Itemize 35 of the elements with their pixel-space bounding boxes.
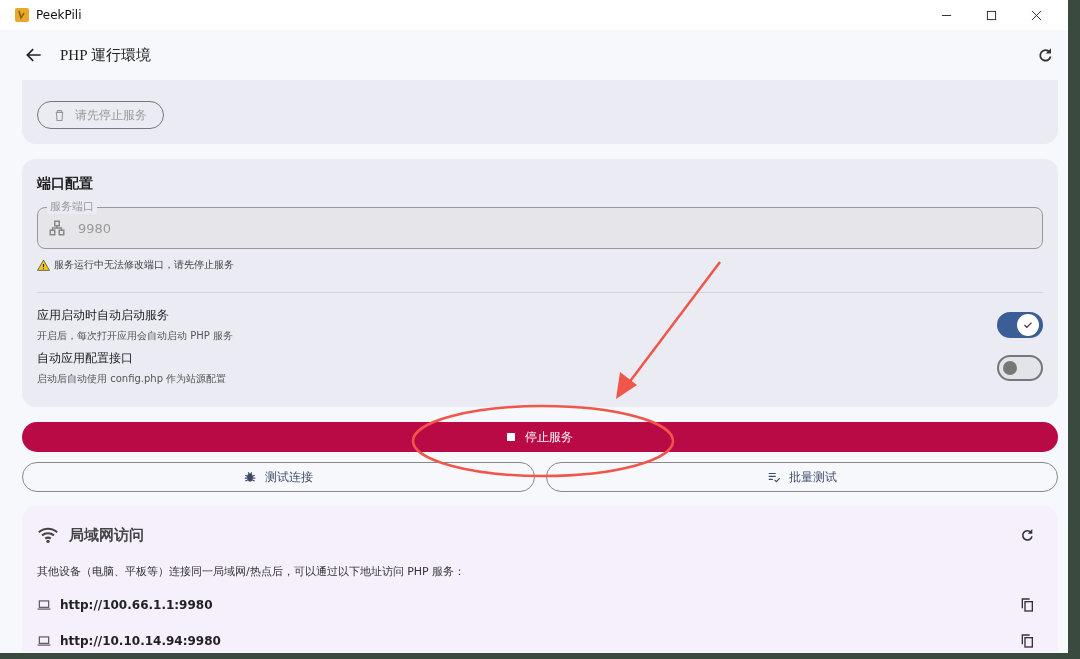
section-title: 局域网访问 xyxy=(69,525,144,545)
bug-icon xyxy=(243,470,258,484)
button-label: 批量测试 xyxy=(788,468,837,486)
laptop-icon xyxy=(37,598,51,612)
close-icon[interactable] xyxy=(1031,9,1042,21)
url-text: http://10.10.14.94:9980 xyxy=(60,634,221,648)
copy-icon[interactable] xyxy=(1019,633,1035,649)
section-title: 端口配置 xyxy=(37,175,94,193)
copy-icon[interactable] xyxy=(1019,597,1035,613)
refresh-icon[interactable] xyxy=(1036,46,1054,64)
test-connection-button[interactable]: 测试连接 xyxy=(22,462,535,492)
button-label: 测试连接 xyxy=(265,468,314,486)
toggle-switch[interactable] xyxy=(997,312,1043,338)
laptop-icon xyxy=(37,634,51,648)
setting-title: 应用启动时自动启动服务 xyxy=(37,307,170,324)
window-title: PeekPili xyxy=(36,8,82,22)
button-label: 停止服务 xyxy=(525,428,573,446)
page-title: PHP 運行環境 xyxy=(60,45,151,65)
stop-icon xyxy=(507,433,515,441)
setting-title: 自动应用配置接口 xyxy=(37,350,134,367)
warning-icon xyxy=(37,258,50,272)
toggle-switch[interactable] xyxy=(997,355,1043,381)
description-text: 其他设备（电脑、平板等）连接同一局域网/热点后，可以通过以下地址访问 PHP 服务： xyxy=(37,564,467,579)
button-label: 请先停止服务 xyxy=(75,106,147,124)
maximize-icon[interactable] xyxy=(986,9,997,21)
network-icon xyxy=(48,219,66,237)
list-check-icon xyxy=(766,470,781,484)
warning-text: 服务运行中无法修改端口，请先停止服务 xyxy=(54,258,234,272)
stop-service-button[interactable]: 停止服务 xyxy=(22,422,1058,452)
url-text: http://100.66.1.1:9980 xyxy=(60,598,213,612)
batch-test-button[interactable]: 批量测试 xyxy=(545,462,1058,492)
setting-description: 开启后，每次打开应用会自动启动 PHP 服务 xyxy=(37,329,234,343)
app-logo-icon xyxy=(14,7,30,23)
setting-description: 启动后自动使用 config.php 作为站源配置 xyxy=(37,372,228,386)
refresh-icon[interactable] xyxy=(1019,527,1035,543)
